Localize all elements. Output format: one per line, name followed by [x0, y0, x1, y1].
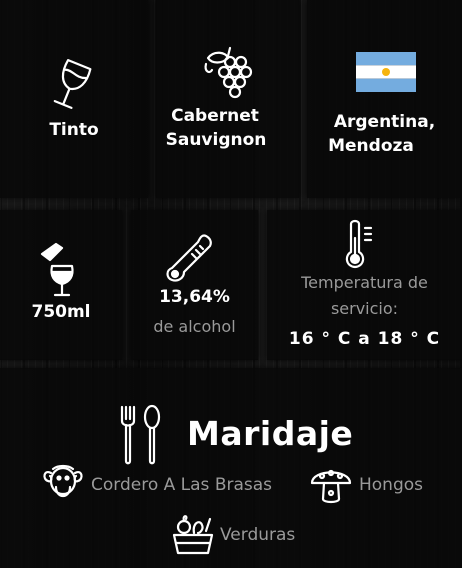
feature-panel-origin — [307, 0, 462, 198]
origin-line1: Argentina, — [333, 112, 436, 132]
temperature-caption-line1: Temperatura de — [301, 273, 428, 292]
grapes-icon — [204, 46, 253, 99]
wine-type-label: Tinto — [49, 120, 99, 140]
alcohol-value: 13,64% — [159, 287, 230, 307]
grape-line1: Cabernet — [171, 106, 259, 126]
volume-label: 750ml — [31, 302, 91, 322]
alcohol-caption: de alcohol — [153, 317, 236, 336]
cutlery-icon — [120, 404, 161, 465]
lamb-icon — [43, 464, 83, 498]
vegetable-basket-icon — [172, 515, 214, 555]
temperature-caption-line2: servicio: — [330, 299, 399, 318]
temperature-value: 16 ° C a 18 ° C — [288, 329, 441, 349]
thermometer-icon — [166, 234, 212, 282]
wine-glass-icon — [53, 59, 92, 109]
temperature-icon — [345, 219, 373, 269]
pairing-item-lamb: Cordero A Las Brasas — [91, 475, 273, 495]
mushroom-icon — [310, 469, 352, 504]
bottle-pour-icon — [40, 242, 74, 297]
grape-line2: Sauvignon — [165, 130, 267, 150]
argentina-flag-icon — [356, 52, 416, 92]
origin-line2: Mendoza — [328, 136, 414, 156]
pairing-item-vegetables: Verduras — [220, 525, 296, 545]
pairing-item-mushroom: Hongos — [359, 475, 424, 495]
pairing-title: Maridaje — [187, 414, 354, 453]
